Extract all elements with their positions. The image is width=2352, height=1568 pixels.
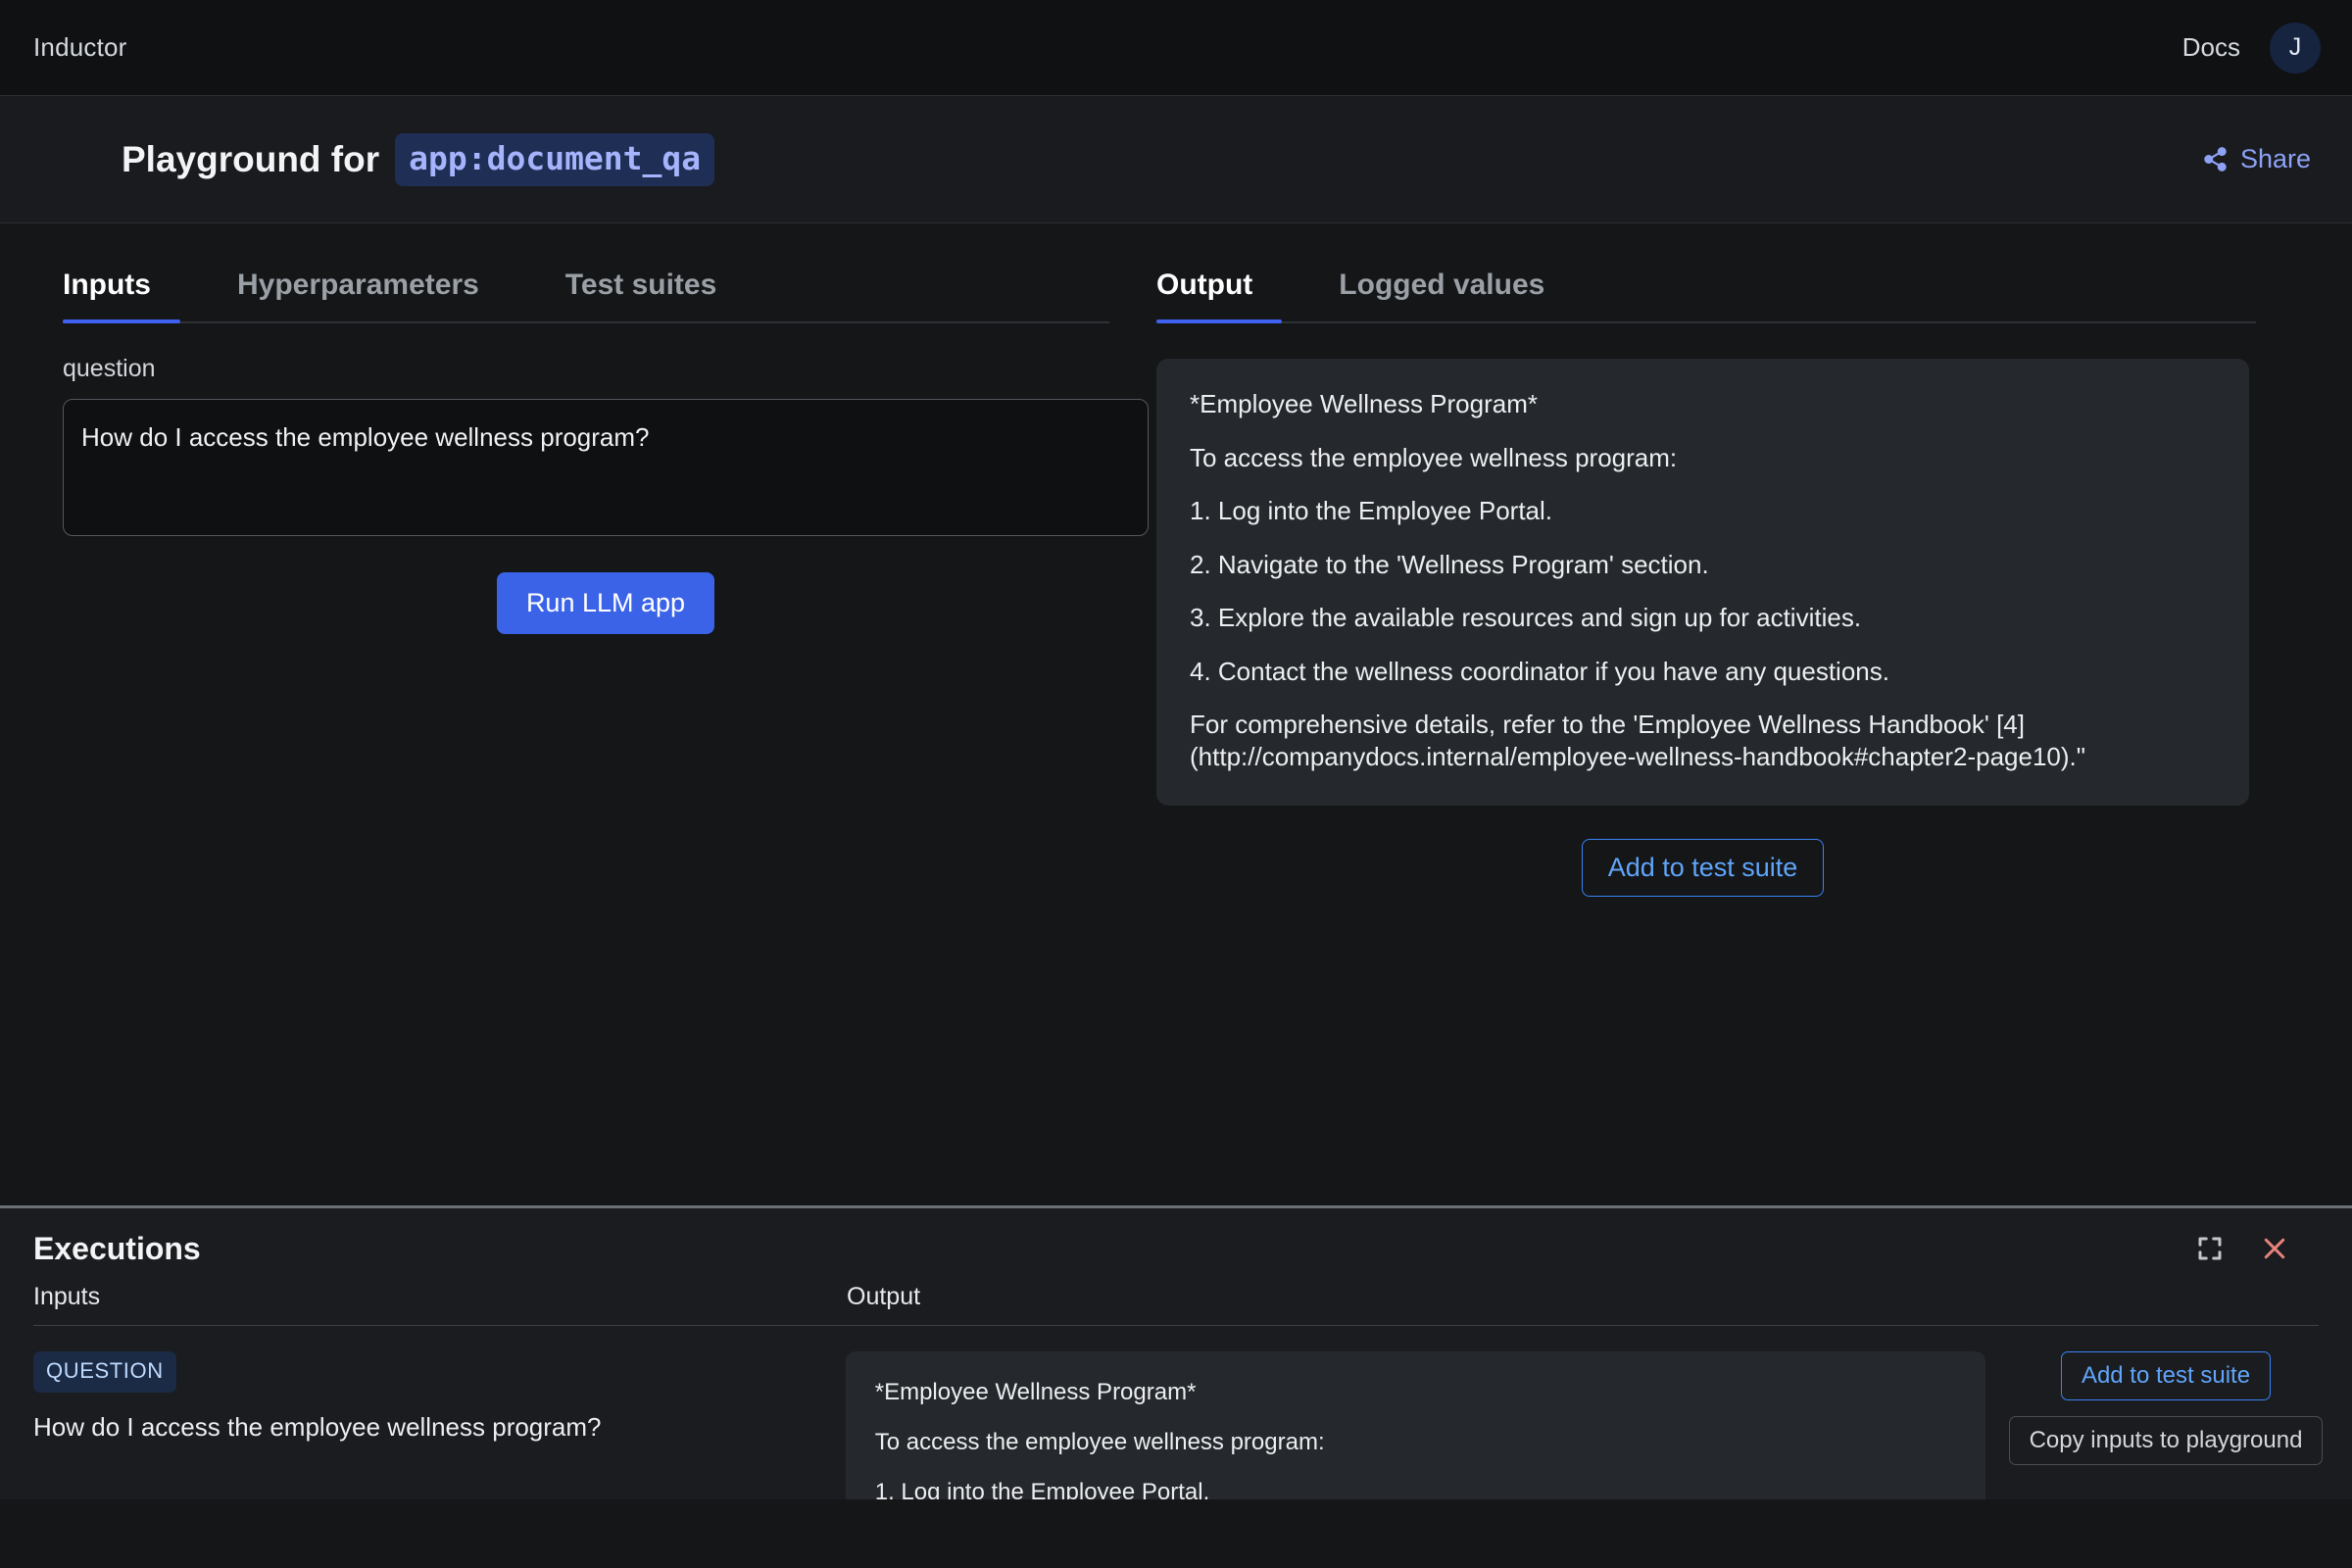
- question-field-label: question: [63, 355, 156, 382]
- execution-output-line: To access the employee wellness program:: [874, 1429, 1325, 1456]
- docs-link[interactable]: Docs: [2182, 32, 2240, 63]
- tab-inputs[interactable]: Inputs: [63, 259, 180, 323]
- execution-row-actions: Add to test suite Copy inputs to playgro…: [1985, 1351, 2324, 1499]
- question-input[interactable]: [63, 399, 1149, 536]
- execution-output-cell[interactable]: *Employee Wellness Program* To access th…: [845, 1351, 1985, 1499]
- output-line: 2. Navigate to the 'Wellness Program' se…: [1190, 549, 1709, 579]
- column-header-inputs: Inputs: [33, 1283, 101, 1310]
- brand-logo[interactable]: Inductor: [33, 32, 127, 63]
- executions-title: Executions: [33, 1230, 201, 1266]
- output-line: 3. Explore the available resources and s…: [1190, 603, 1862, 632]
- main-content: Inputs Hyperparameters Test suites quest…: [0, 223, 2352, 1205]
- executions-header: Executions: [0, 1208, 2352, 1267]
- tab-logged-values[interactable]: Logged values: [1309, 259, 1574, 321]
- inputs-tabbar: Inputs Hyperparameters Test suites: [63, 259, 1109, 323]
- top-navigation-bar: Inductor Docs J: [0, 0, 2352, 96]
- executions-header-actions: [2191, 1230, 2323, 1267]
- executions-column-headers: Inputs Output: [33, 1283, 2319, 1326]
- execution-output-line: 1. Log into the Employee Portal.: [874, 1479, 1210, 1499]
- execution-output-line: *Employee Wellness Program*: [874, 1379, 1197, 1405]
- output-tabbar: Output Logged values: [1156, 259, 2256, 323]
- row-add-to-test-suite-button[interactable]: Add to test suite: [2060, 1351, 2272, 1400]
- executions-panel: Executions Inputs Output QUESTION How do…: [0, 1208, 2352, 1499]
- run-llm-app-button[interactable]: Run LLM app: [496, 572, 715, 634]
- add-to-test-suite-button[interactable]: Add to test suite: [1581, 839, 1825, 897]
- share-button[interactable]: Share: [2192, 136, 2321, 182]
- tab-output[interactable]: Output: [1156, 259, 1283, 323]
- output-line: *Employee Wellness Program*: [1190, 389, 1538, 418]
- share-label: Share: [2239, 144, 2311, 173]
- copy-inputs-to-playground-button[interactable]: Copy inputs to playground: [2008, 1416, 2324, 1465]
- page-header: Playground for app:document_qa Share: [0, 96, 2352, 223]
- inputs-pane: Inputs Hyperparameters Test suites quest…: [0, 223, 1156, 1205]
- output-pane: Output Logged values *Employee Wellness …: [1156, 223, 2352, 1205]
- expand-icon[interactable]: [2191, 1230, 2229, 1267]
- output-line: 4. Contact the wellness coordinator if y…: [1190, 656, 1889, 686]
- execution-inputs-cell: QUESTION How do I access the employee we…: [33, 1351, 846, 1499]
- share-icon: [2202, 146, 2229, 172]
- tab-test-suites[interactable]: Test suites: [536, 259, 747, 321]
- app-name-chip[interactable]: app:document_qa: [395, 132, 715, 186]
- execution-input-value: How do I access the employee wellness pr…: [33, 1412, 602, 1442]
- run-button-row: Run LLM app: [63, 572, 1149, 634]
- page-title-prefix: Playground for: [122, 138, 380, 179]
- output-actions: Add to test suite: [1156, 839, 2249, 897]
- output-line: For comprehensive details, refer to the …: [1190, 710, 2085, 771]
- close-icon[interactable]: [2256, 1230, 2293, 1267]
- executions-table: Inputs Output QUESTION How do I access t…: [0, 1283, 2352, 1499]
- output-line: 1. Log into the Employee Portal.: [1190, 496, 1553, 525]
- output-line: To access the employee wellness program:: [1190, 442, 1678, 472]
- status-badge: QUESTION: [33, 1351, 176, 1393]
- table-row[interactable]: QUESTION How do I access the employee we…: [33, 1326, 2324, 1499]
- avatar[interactable]: J: [2270, 22, 2321, 74]
- output-text-box[interactable]: *Employee Wellness Program* To access th…: [1156, 359, 2249, 806]
- topnav-right-group: Docs J: [2182, 22, 2321, 74]
- tab-hyperparameters[interactable]: Hyperparameters: [208, 259, 509, 321]
- column-header-output: Output: [847, 1283, 921, 1310]
- page-title: Playground for app:document_qa: [122, 132, 715, 186]
